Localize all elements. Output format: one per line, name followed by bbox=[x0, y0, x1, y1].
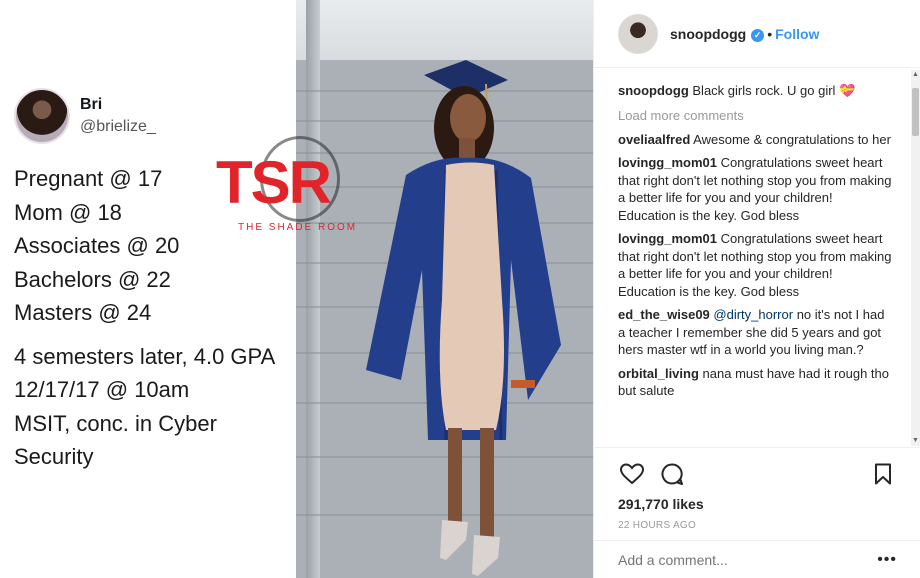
comment-item: lovingg_mom01 Congratulations sweet hear… bbox=[618, 154, 893, 224]
tweet-line: MSIT, conc. in Cyber Security bbox=[14, 410, 217, 470]
caption-text: Black girls rock. U go girl 💝 bbox=[692, 83, 856, 98]
add-comment-bar: ••• bbox=[594, 540, 920, 578]
tweet-line: Bachelors @ 22 bbox=[14, 266, 171, 292]
comment-username[interactable]: oveliaalfred bbox=[618, 132, 690, 147]
post-photo[interactable] bbox=[296, 0, 593, 578]
comment-icon[interactable] bbox=[658, 460, 686, 488]
post-timestamp[interactable]: 22 HOURS AGO bbox=[618, 520, 897, 531]
comment-username[interactable]: lovingg_mom01 bbox=[618, 231, 717, 246]
tweet-line: 4 semesters later, 4.0 GPA bbox=[14, 343, 276, 369]
comment-username[interactable]: orbital_living bbox=[618, 366, 699, 381]
scrollbar-thumb[interactable] bbox=[912, 88, 919, 136]
bookmark-icon[interactable] bbox=[869, 460, 897, 488]
tweet-avatar[interactable] bbox=[14, 88, 70, 144]
left-leg bbox=[448, 428, 462, 523]
add-comment-input[interactable] bbox=[618, 551, 878, 568]
heart-icon[interactable] bbox=[618, 460, 646, 488]
watermark-subtitle: THE SHADE ROOM bbox=[238, 222, 358, 233]
more-options-button[interactable]: ••• bbox=[877, 551, 897, 569]
post-actions: 291,770 likes 22 HOURS AGO bbox=[594, 447, 920, 537]
post-header: snoopdogg ✓ • Follow bbox=[594, 0, 920, 68]
right-shoe bbox=[472, 535, 500, 576]
username-text[interactable]: snoopdogg bbox=[670, 26, 746, 42]
face bbox=[450, 94, 486, 142]
tweet-header: Bri @brielize_ bbox=[14, 88, 156, 144]
tweet-spacer bbox=[14, 330, 296, 340]
tweet-handle[interactable]: @brielize_ bbox=[80, 118, 156, 136]
right-leg bbox=[480, 428, 494, 538]
instagram-panel: snoopdogg ✓ • Follow snoopdogg Black girl… bbox=[593, 0, 920, 578]
watermark-letters: TSR bbox=[216, 149, 332, 216]
tsr-watermark: TSR THE SHADE ROOM bbox=[216, 134, 366, 244]
comment-item: orbital_living nana must have had it rou… bbox=[618, 365, 893, 400]
comments-scrollbar[interactable]: ▲ ▼ bbox=[911, 70, 920, 446]
comment-mention[interactable]: @dirty_horror bbox=[713, 307, 793, 322]
tweet-line: Masters @ 24 bbox=[14, 300, 152, 325]
profile-avatar[interactable] bbox=[618, 13, 658, 54]
profile-username[interactable]: snoopdogg ✓ bbox=[670, 26, 765, 42]
likes-count[interactable]: 291,770 likes bbox=[618, 496, 897, 512]
follow-button[interactable]: Follow bbox=[775, 26, 819, 42]
tweet-author: Bri @brielize_ bbox=[80, 96, 156, 136]
comments-list[interactable]: snoopdogg Black girls rock. U go girl 💝 … bbox=[594, 70, 914, 446]
caption: snoopdogg Black girls rock. U go girl 💝 bbox=[618, 82, 893, 100]
gown-trim bbox=[511, 380, 535, 388]
separator-dot: • bbox=[767, 25, 773, 42]
tweet-name[interactable]: Bri bbox=[80, 96, 156, 114]
comment-text: Awesome & congratulations to her bbox=[693, 131, 891, 147]
comment-item: oveliaalfred Awesome & congratulations t… bbox=[618, 131, 893, 149]
dress bbox=[439, 162, 504, 430]
scroll-up-arrow-icon[interactable]: ▲ bbox=[911, 70, 920, 80]
comment-item: ed_the_wise09 @dirty_horror no it's not … bbox=[618, 306, 893, 359]
comment-item: lovingg_mom01 Congratulations sweet hear… bbox=[618, 230, 893, 300]
comment-username[interactable]: lovingg_mom01 bbox=[618, 155, 717, 170]
comment-username[interactable]: ed_the_wise09 bbox=[618, 307, 710, 322]
verified-icon: ✓ bbox=[751, 28, 765, 42]
load-more-comments-button[interactable]: Load more comments bbox=[618, 108, 914, 123]
caption-username[interactable]: snoopdogg bbox=[618, 83, 689, 98]
actions-row bbox=[618, 458, 897, 490]
graduate-figure bbox=[366, 60, 561, 576]
left-shoe bbox=[440, 520, 468, 560]
tweet-line: 12/17/17 @ 10am bbox=[14, 377, 190, 402]
tweet-card: Bri @brielize_ Pregnant @ 17 Mom @ 18 As… bbox=[0, 0, 296, 578]
neck bbox=[459, 138, 475, 160]
scroll-down-arrow-icon[interactable]: ▼ bbox=[911, 436, 920, 446]
